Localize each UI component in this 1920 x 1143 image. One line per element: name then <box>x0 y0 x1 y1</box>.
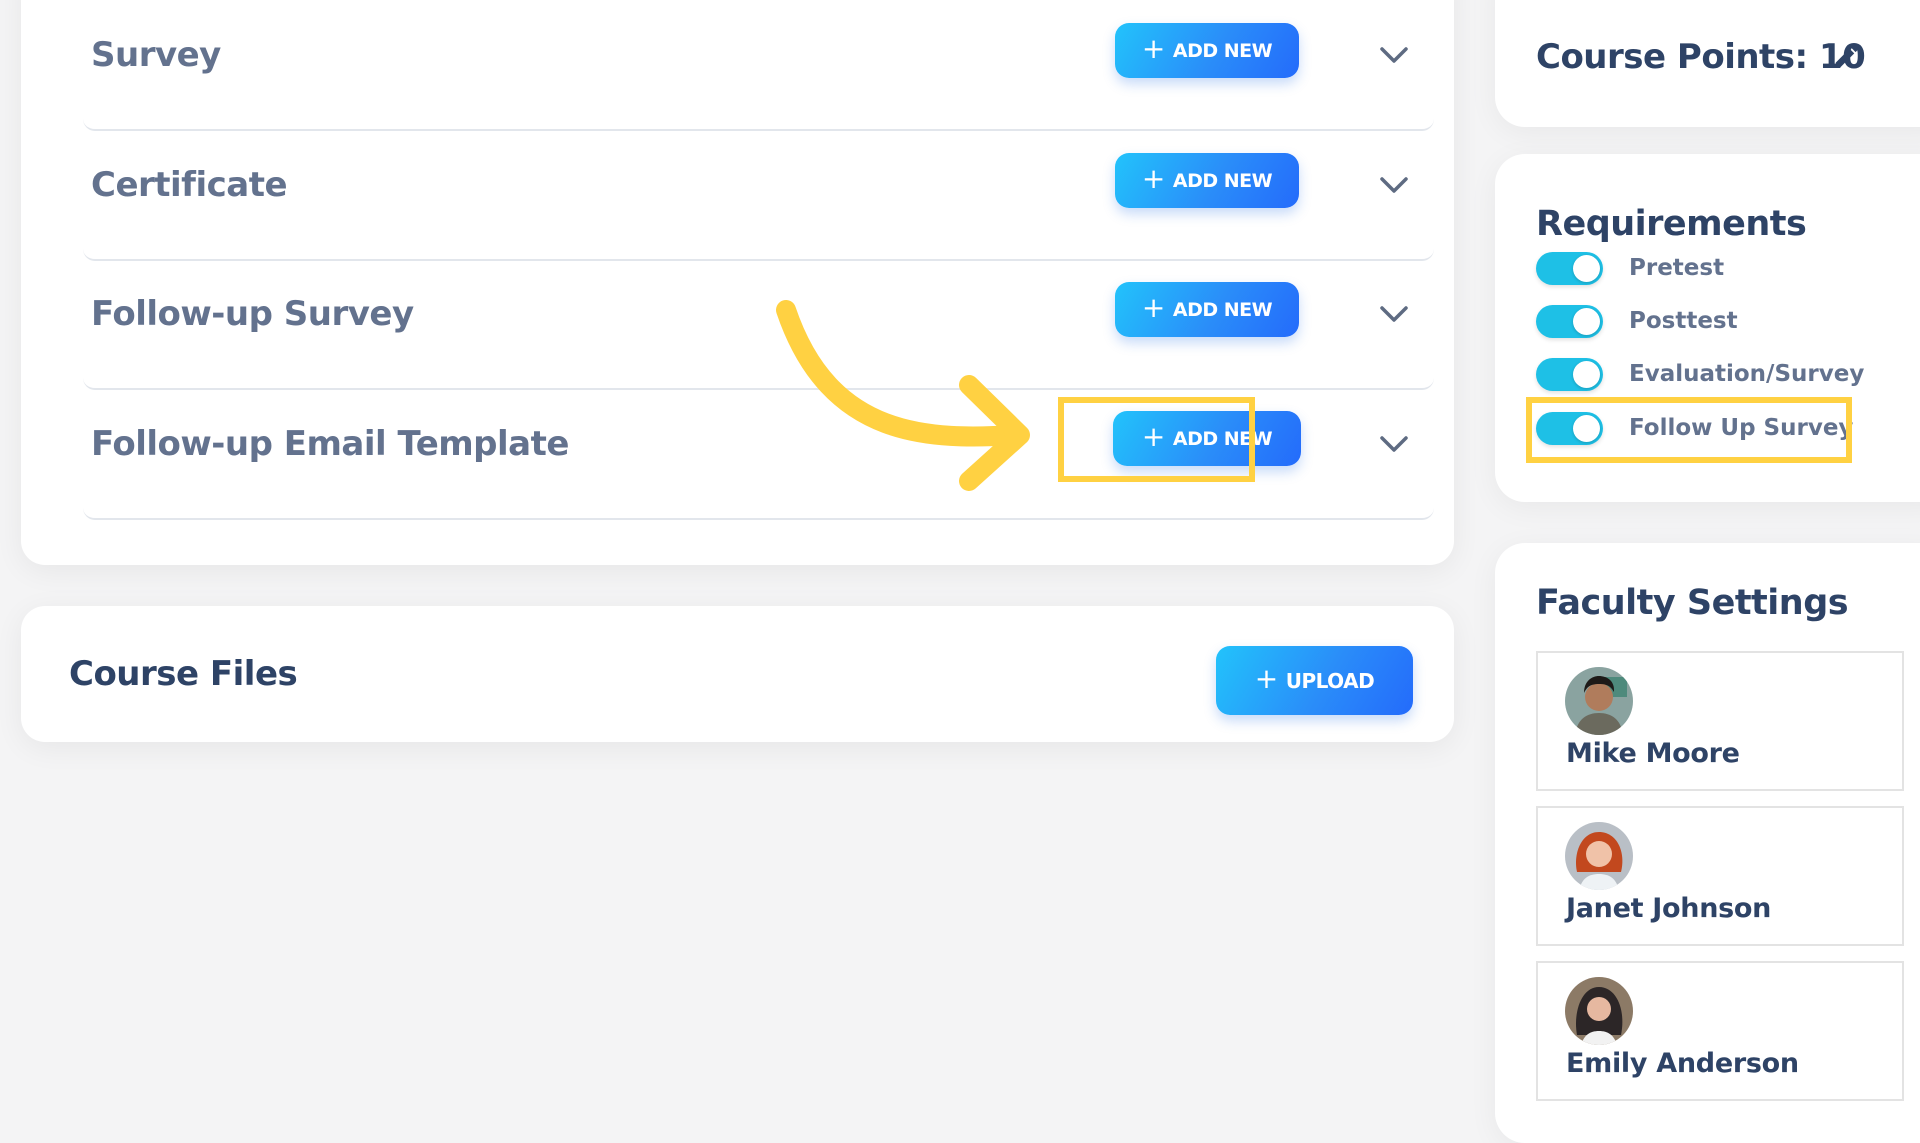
chevron-down-icon[interactable] <box>1379 305 1409 323</box>
requirements-title: Requirements <box>1536 204 1807 244</box>
faculty-member[interactable]: Emily Anderson <box>1536 961 1904 1101</box>
button-label: UPLOAD <box>1285 668 1375 693</box>
plus-icon: + <box>1141 420 1165 453</box>
requirement-label: Posttest <box>1629 308 1738 334</box>
faculty-member[interactable]: Mike Moore <box>1536 651 1904 791</box>
requirement-label: Follow Up Survey <box>1629 415 1854 441</box>
section-title: Follow-up Survey <box>91 294 414 334</box>
section-title: Follow-up Email Template <box>91 424 569 464</box>
faculty-member[interactable]: Janet Johnson <box>1536 806 1904 946</box>
plus-icon: + <box>1141 32 1165 65</box>
section-title: Survey <box>91 35 221 75</box>
pencil-icon[interactable] <box>1832 41 1862 71</box>
avatar <box>1565 977 1633 1045</box>
add-new-survey-button[interactable]: + ADD NEW <box>1115 23 1299 78</box>
faculty-settings-title: Faculty Settings <box>1536 583 1849 623</box>
faculty-settings-card: Faculty Settings Mike Moore Janet Johnso… <box>1495 543 1920 1143</box>
requirement-evaluation-survey: Evaluation/Survey <box>1536 357 1864 391</box>
section-row-certificate: Certificate + ADD NEW <box>83 130 1434 261</box>
avatar <box>1565 822 1633 890</box>
plus-icon: + <box>1141 162 1165 195</box>
avatar <box>1565 667 1633 735</box>
button-label: ADD NEW <box>1172 39 1273 62</box>
course-files-card: Course Files + UPLOAD <box>21 606 1454 742</box>
evaluation-survey-toggle[interactable] <box>1536 357 1603 391</box>
plus-icon: + <box>1141 291 1165 324</box>
section-title: Certificate <box>91 165 288 205</box>
course-points-card: Course Points: 10 <box>1495 0 1920 127</box>
course-components-card: Survey + ADD NEW Certificate + ADD NEW Fol… <box>21 0 1454 565</box>
chevron-down-icon[interactable] <box>1379 46 1409 64</box>
add-new-follow-up-survey-button[interactable]: + ADD NEW <box>1115 282 1299 337</box>
chevron-down-icon[interactable] <box>1379 176 1409 194</box>
course-points-label: Course Points: 10 <box>1536 37 1866 77</box>
button-label: ADD NEW <box>1172 298 1273 321</box>
button-label: ADD NEW <box>1172 169 1273 192</box>
follow-up-survey-toggle[interactable] <box>1536 411 1603 445</box>
button-label: ADD NEW <box>1172 427 1273 450</box>
chevron-down-icon[interactable] <box>1379 435 1409 453</box>
add-new-follow-up-email-template-button[interactable]: + ADD NEW <box>1113 411 1301 466</box>
add-new-certificate-button[interactable]: + ADD NEW <box>1115 153 1299 208</box>
faculty-name: Emily Anderson <box>1566 1048 1799 1079</box>
requirement-label: Pretest <box>1629 255 1725 281</box>
requirements-card: Requirements Pretest Posttest Evaluation… <box>1495 154 1920 502</box>
plus-icon: + <box>1254 662 1278 695</box>
requirement-label: Evaluation/Survey <box>1629 361 1865 387</box>
course-files-title: Course Files <box>69 654 298 694</box>
upload-button[interactable]: + UPLOAD <box>1216 646 1413 715</box>
requirement-posttest: Posttest <box>1536 304 1738 338</box>
posttest-toggle[interactable] <box>1536 304 1603 338</box>
pretest-toggle[interactable] <box>1536 251 1603 285</box>
section-row-follow-up-email-template: Follow-up Email Template + ADD NEW <box>83 389 1434 520</box>
faculty-name: Janet Johnson <box>1566 893 1772 924</box>
section-row-follow-up-survey: Follow-up Survey + ADD NEW <box>83 259 1434 390</box>
requirement-follow-up-survey: Follow Up Survey <box>1536 411 1853 445</box>
faculty-name: Mike Moore <box>1566 738 1740 769</box>
requirement-pretest: Pretest <box>1536 251 1724 285</box>
section-row-survey: Survey + ADD NEW <box>83 0 1434 131</box>
